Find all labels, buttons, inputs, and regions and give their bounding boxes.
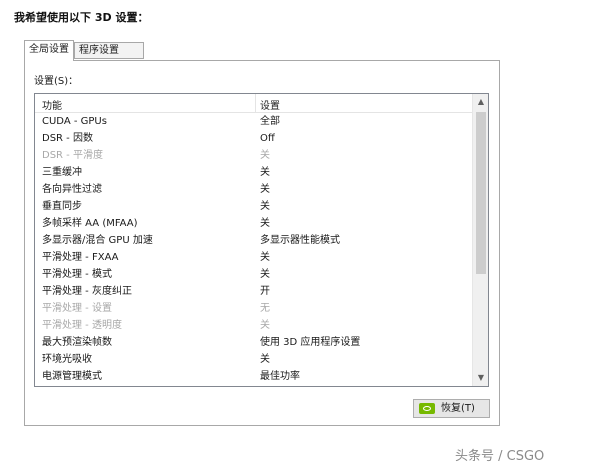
row-value[interactable]: 关 [260,198,270,215]
row-feature: 垂直同步 [42,201,82,212]
table-row[interactable]: 电源管理模式 最佳功率 [35,368,472,385]
tab-program-settings[interactable]: 程序设置 [74,42,144,59]
settings-rows: CUDA - GPUs 全部 DSR - 因数 Off DSR - 平滑度关 三重缓… [35,113,472,385]
column-header-setting[interactable]: 设置 [260,97,280,112]
restore-button-label: 恢复(T) [441,403,475,414]
row-value[interactable]: 关 [260,164,270,181]
row-feature: 多帧采样 AA (MFAA) [42,218,138,229]
row-feature: 多显示器/混合 GPU 加速 [42,235,153,246]
row-value[interactable]: 关 [260,215,270,232]
row-feature: 平滑处理 - 设置 [42,303,112,314]
table-row[interactable]: 多显示器/混合 GPU 加速 多显示器性能模式 [35,232,472,249]
column-divider[interactable] [255,94,256,112]
settings-label: 设置(S)： [34,76,79,87]
row-feature: 环境光吸收 [42,354,92,365]
page-heading: 我希望使用以下 3D 设置： [14,11,149,24]
table-row[interactable]: 平滑处理 - FXAA 关 [35,249,472,266]
row-feature: 各向异性过滤 [42,184,102,195]
row-feature: 平滑处理 - FXAA [42,252,119,263]
table-row: 平滑处理 - 透明度 关 [35,317,472,334]
row-feature: 平滑处理 - 透明度 [42,320,122,331]
row-value: 无 [260,303,270,314]
row-value[interactable]: 全部 [260,113,280,130]
settings-list[interactable]: 功能 设置 CUDA - GPUs 全部 DSR - 因数 Off DSR - 平滑… [34,93,489,387]
row-feature: DSR - 平滑度 [42,150,103,161]
scroll-down-arrow-icon[interactable]: ▼ [473,370,488,386]
row-value[interactable]: 关 [260,181,270,198]
row-feature: 电源管理模式 [42,371,102,382]
column-header-feature[interactable]: 功能 [42,97,62,112]
row-value[interactable]: 关 [260,351,270,368]
vertical-scrollbar[interactable]: ▲ ▼ [472,94,488,386]
list-header: 功能 设置 [35,94,472,113]
row-value[interactable]: 使用 3D 应用程序设置 [260,334,360,351]
table-row[interactable]: 平滑处理 - 灰度纠正 开 [35,283,472,300]
table-row[interactable]: 各向异性过滤 关 [35,181,472,198]
row-feature: 平滑处理 - 模式 [42,269,112,280]
table-row[interactable]: 最大预渲染帧数 使用 3D 应用程序设置 [35,334,472,351]
table-row[interactable]: 垂直同步 关 [35,198,472,215]
row-value[interactable]: 关 [260,266,270,283]
restore-button[interactable]: 恢复(T) [413,399,490,418]
table-row[interactable]: CUDA - GPUs 全部 [35,113,472,130]
nvidia-icon [419,403,435,414]
scroll-thumb[interactable] [476,112,486,274]
row-value: 关 [260,320,270,331]
row-value[interactable]: 多显示器性能模式 [260,232,340,249]
table-row[interactable]: 多帧采样 AA (MFAA) 关 [35,215,472,232]
row-value[interactable]: 开 [260,283,270,300]
scroll-up-arrow-icon[interactable]: ▲ [473,94,488,110]
table-row: DSR - 平滑度 关 [35,147,472,164]
row-feature: 平滑处理 - 灰度纠正 [42,286,132,297]
tab-global-settings[interactable]: 全局设置 [24,40,74,61]
row-feature: 三重缓冲 [42,167,82,178]
table-row: 平滑处理 - 设置 无 [35,300,472,317]
table-row[interactable]: DSR - 因数 Off [35,130,472,147]
row-value[interactable]: 最佳功率 [260,368,300,385]
table-row[interactable]: 环境光吸收 关 [35,351,472,368]
row-feature: 最大预渲染帧数 [42,337,112,348]
watermark: 头条号 / CSGO [455,449,545,464]
row-feature: CUDA - GPUs [42,116,107,127]
row-value[interactable]: 关 [260,249,270,266]
settings-panel: 设置(S)： 功能 设置 CUDA - GPUs 全部 DSR - 因数 Off D… [24,60,500,426]
row-value[interactable]: Off [260,130,275,147]
table-row[interactable]: 三重缓冲 关 [35,164,472,181]
row-value: 关 [260,150,270,161]
table-row[interactable]: 平滑处理 - 模式 关 [35,266,472,283]
row-feature: DSR - 因数 [42,133,93,144]
